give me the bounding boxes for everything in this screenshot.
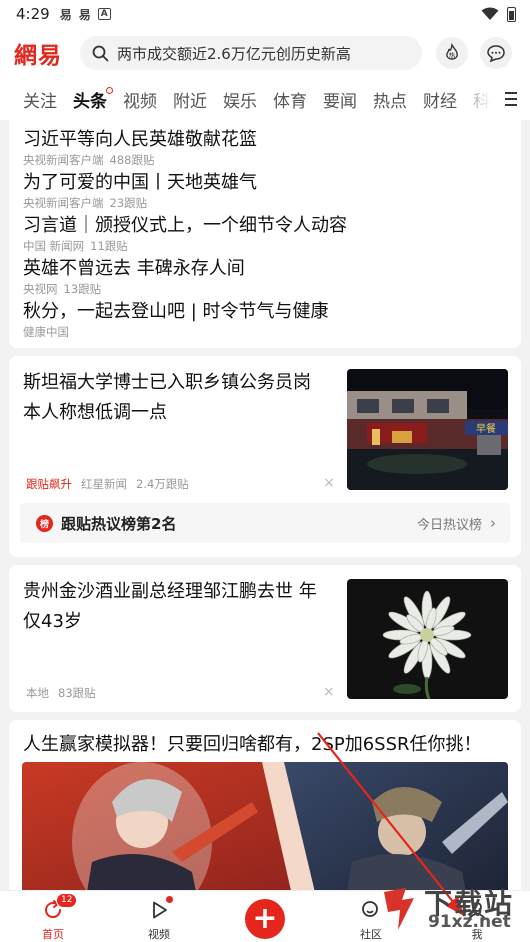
nav-home[interactable]: 12 首页 [18,893,88,942]
headline-source: 央视新闻客户端 [23,153,104,167]
publish-button[interactable]: + [245,899,285,939]
headline-title: 习言道｜颁授仪式上，一个细节令人动容 [23,215,347,236]
nav-video-label: 视频 [148,928,170,941]
ranking-badge-icon: 榜 [36,514,53,532]
tab-video[interactable]: 视频 [123,87,157,112]
headline-follows: 488跟贴 [109,153,155,167]
app-notification-icon: A [97,8,111,20]
dismiss-button[interactable]: × [323,475,335,491]
article-meta: 本地 83跟贴 [26,685,96,701]
headline-follows: 13跟贴 [63,282,102,296]
search-bar[interactable]: 两市成交额近2.6万亿元创历史新高 [80,36,422,70]
article-follows: 83跟贴 [58,686,96,700]
netease-logo: 網易 [14,42,62,69]
channel-tabs: 关注 头条 视频 附近 娱乐 体育 要闻 热点 财经 科 [0,78,530,120]
list-item[interactable]: 习言道｜颁授仪式上，一个细节令人动容 中国 新闻网 11跟贴 [23,214,521,257]
site-watermark: 下载站 91xz.net [372,880,530,942]
shop-sign-text: 早餐 [476,422,496,435]
status-time: 4:29 [16,5,50,23]
watermark-logo-icon [384,888,414,930]
list-item[interactable]: 习近平等向人民英雄敬献花篮 央视新闻客户端 488跟贴 [23,128,521,171]
chevron-right-icon: › [490,514,496,532]
battery-icon [507,6,516,22]
tab-headlines-label: 头条 [73,91,107,112]
article-source: 本地 [26,686,49,700]
channel-menu-button[interactable] [492,78,530,120]
headline-source: 央视网 [23,282,58,296]
list-item[interactable]: 秋分，一起去登山吧 | 时令节气与健康 健康中国 [23,300,521,343]
article-meta: 跟贴飙升 红星新闻 2.4万跟贴 [26,476,189,492]
headline-follows: 23跟贴 [109,196,148,210]
headline-source: 健康中国 [23,325,69,339]
article-thumbnail [347,579,508,699]
article-source: 红星新闻 [81,477,127,491]
ranking-label: 跟贴热议榜第2名 [61,514,177,533]
article-card[interactable]: 贵州金沙酒业副总经理邹江鹏去世 年仅43岁 本地 83跟贴 × [9,565,521,712]
tab-tech[interactable]: 科 [473,87,490,112]
headline-title: 秋分，一起去登山吧 | 时令节气与健康 [23,301,329,322]
article-title: 斯坦福大学博士已入职乡镇公务员岗本人称想低调一点 [23,372,311,423]
menu-icon [505,92,517,94]
headline-title: 习近平等向人民英雄敬献花篮 [23,129,257,150]
new-dot [106,86,113,94]
nav-video[interactable]: 视频 [124,896,194,942]
tab-entertainment[interactable]: 娱乐 [223,87,257,112]
nav-home-label: 首页 [42,928,64,941]
video-new-dot [166,896,173,903]
tab-headlines[interactable]: 头条 [73,86,113,112]
article-thumbnail: 早餐 [347,369,508,490]
tab-follow[interactable]: 关注 [23,87,57,112]
tab-sports[interactable]: 体育 [273,87,307,112]
hot-list-button[interactable]: 热 [436,37,468,69]
app-header: 網易 两市成交额近2.6万亿元创历史新高 热 [0,28,530,78]
netease-notification-icon: 易 [78,7,91,22]
ranking-link: 今日热议榜 [416,517,482,533]
headline-source: 中国 新闻网 [23,239,85,253]
headline-follows: 11跟贴 [90,239,128,253]
status-bar: 4:29 易 易 A [0,0,530,28]
article-follows: 2.4万跟贴 [136,477,189,491]
headline-source: 央视新闻客户端 [23,196,104,210]
article-card[interactable]: 斯坦福大学博士已入职乡镇公务员岗本人称想低调一点 早餐 跟贴飙升 红星新闻 2.… [9,356,521,557]
headline-list-card: 习近平等向人民英雄敬献花篮 央视新闻客户端 488跟贴 为了可爱的中国丨天地英雄气… [9,120,521,348]
message-bubble-icon [487,45,505,63]
home-badge: 12 [56,893,78,908]
search-icon [92,45,109,61]
messages-button[interactable] [480,37,512,69]
hot-icon-label: 热 [449,51,456,60]
watermark-url: 91xz.net [428,912,511,932]
tab-finance[interactable]: 财经 [423,87,457,112]
tab-hot[interactable]: 热点 [373,87,407,112]
dismiss-button[interactable]: × [323,684,335,700]
article-title: 贵州金沙酒业副总经理邹江鹏去世 年仅43岁 [23,581,317,632]
tab-news[interactable]: 要闻 [323,87,357,112]
flame-icon: 热 [446,43,458,60]
search-placeholder: 两市成交额近2.6万亿元创历史新高 [117,44,351,63]
hot-ranking-bar[interactable]: 榜 跟贴热议榜第2名 今日热议榜 › [20,503,510,543]
list-item[interactable]: 为了可爱的中国丨天地英雄气 央视新闻客户端 23跟贴 [23,171,521,214]
netease-notification-icon: 易 [59,7,72,22]
headline-title: 为了可爱的中国丨天地英雄气 [23,172,257,193]
wifi-icon [481,7,499,20]
ad-title: 人生赢家模拟器！只要回归啥都有，2SP加6SSR任你挑！ [23,734,482,755]
list-item[interactable]: 英雄不曾远去 丰碑永存人间 央视网 13跟贴 [23,257,521,300]
trending-tag: 跟贴飙升 [26,477,72,491]
tab-nearby[interactable]: 附近 [173,87,207,112]
headline-title: 英雄不曾远去 丰碑永存人间 [23,258,245,279]
